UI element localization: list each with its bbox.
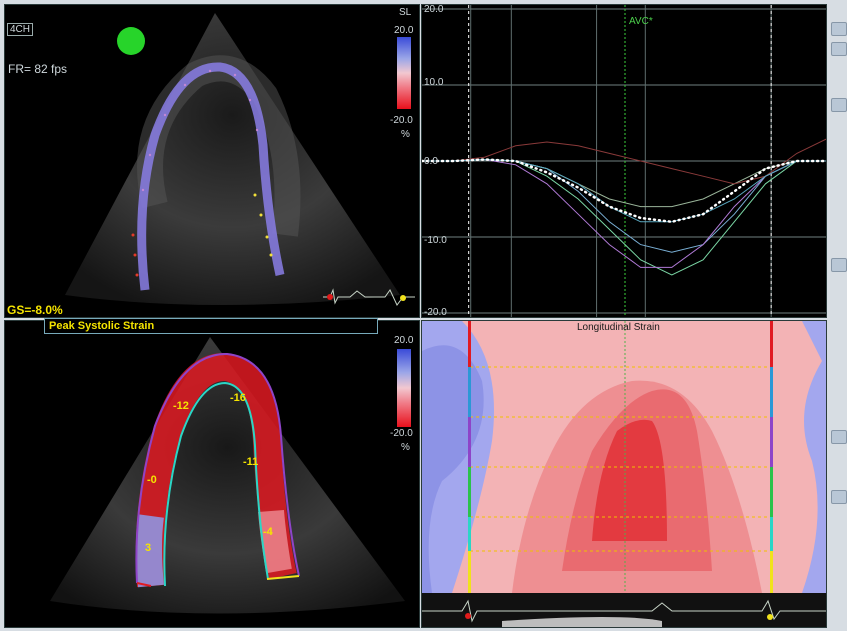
y-tick-label: -20.0 bbox=[424, 307, 447, 318]
global-strain-label: GS=-8.0% bbox=[7, 303, 63, 317]
segment-value: -0 bbox=[147, 474, 157, 486]
segment-value: -12 bbox=[173, 400, 189, 412]
scale-unit-label: % bbox=[401, 442, 410, 453]
curved-mmode-map[interactable]: Longitudinal Strain bbox=[421, 320, 827, 628]
echo-view-bottom[interactable]: -12 -16 -0 -11 3 -4 20.0 -20.0 % bbox=[4, 320, 420, 628]
segment-value: 3 bbox=[145, 542, 151, 554]
y-tick-label: 0.0 bbox=[424, 156, 438, 167]
side-toolbar-button[interactable] bbox=[831, 430, 847, 444]
segment-value: -11 bbox=[243, 456, 258, 468]
scale-unit-label: % bbox=[401, 129, 410, 140]
y-tick-label: 20.0 bbox=[424, 4, 444, 15]
side-toolbar-button[interactable] bbox=[831, 98, 847, 112]
echo-view-top[interactable]: 4CH FR= 82 fps GS=-8.0% SL 20.0 -20.0 % bbox=[4, 4, 420, 318]
echo-image-bottom: -12 -16 -0 -11 3 -4 bbox=[50, 337, 411, 614]
strain-color-scale bbox=[397, 37, 411, 109]
longitudinal-strain-map bbox=[422, 321, 826, 627]
side-toolbar-button[interactable] bbox=[831, 42, 847, 56]
scale-max-label: 20.0 bbox=[394, 335, 414, 346]
scale-title: SL bbox=[399, 7, 412, 18]
scale-min-label: -20.0 bbox=[390, 428, 413, 439]
avc-event-label: AVC* bbox=[629, 16, 653, 27]
longitudinal-strain-title: Longitudinal Strain bbox=[577, 322, 660, 333]
strain-curve-plot bbox=[422, 5, 826, 317]
strain-curve-graph[interactable]: 20.0 10.0 0.0 -10.0 -20.0 AVC* bbox=[421, 4, 827, 318]
peak-systolic-strain-title: Peak Systolic Strain bbox=[49, 320, 155, 332]
view-label: 4CH bbox=[7, 23, 34, 36]
y-tick-label: -10.0 bbox=[424, 235, 447, 246]
side-toolbar-button[interactable] bbox=[831, 258, 847, 272]
side-toolbar-button[interactable] bbox=[831, 490, 847, 504]
segment-value: -16 bbox=[230, 392, 246, 404]
echo-image-top bbox=[65, 13, 415, 306]
frame-rate-label: FR= 82 fps bbox=[8, 62, 68, 76]
y-tick-label: 10.0 bbox=[424, 77, 444, 88]
peak-systolic-strain-banner: Peak Systolic Strain bbox=[44, 318, 378, 334]
side-toolbar-button[interactable] bbox=[831, 22, 847, 36]
app-window: 4CH FR= 82 fps GS=-8.0% SL 20.0 -20.0 % … bbox=[0, 0, 847, 631]
strain-color-scale bbox=[397, 349, 411, 427]
scale-max-label: 20.0 bbox=[394, 25, 414, 36]
segment-value: -4 bbox=[263, 526, 274, 538]
scale-min-label: -20.0 bbox=[390, 115, 413, 126]
status-indicator bbox=[117, 27, 145, 55]
